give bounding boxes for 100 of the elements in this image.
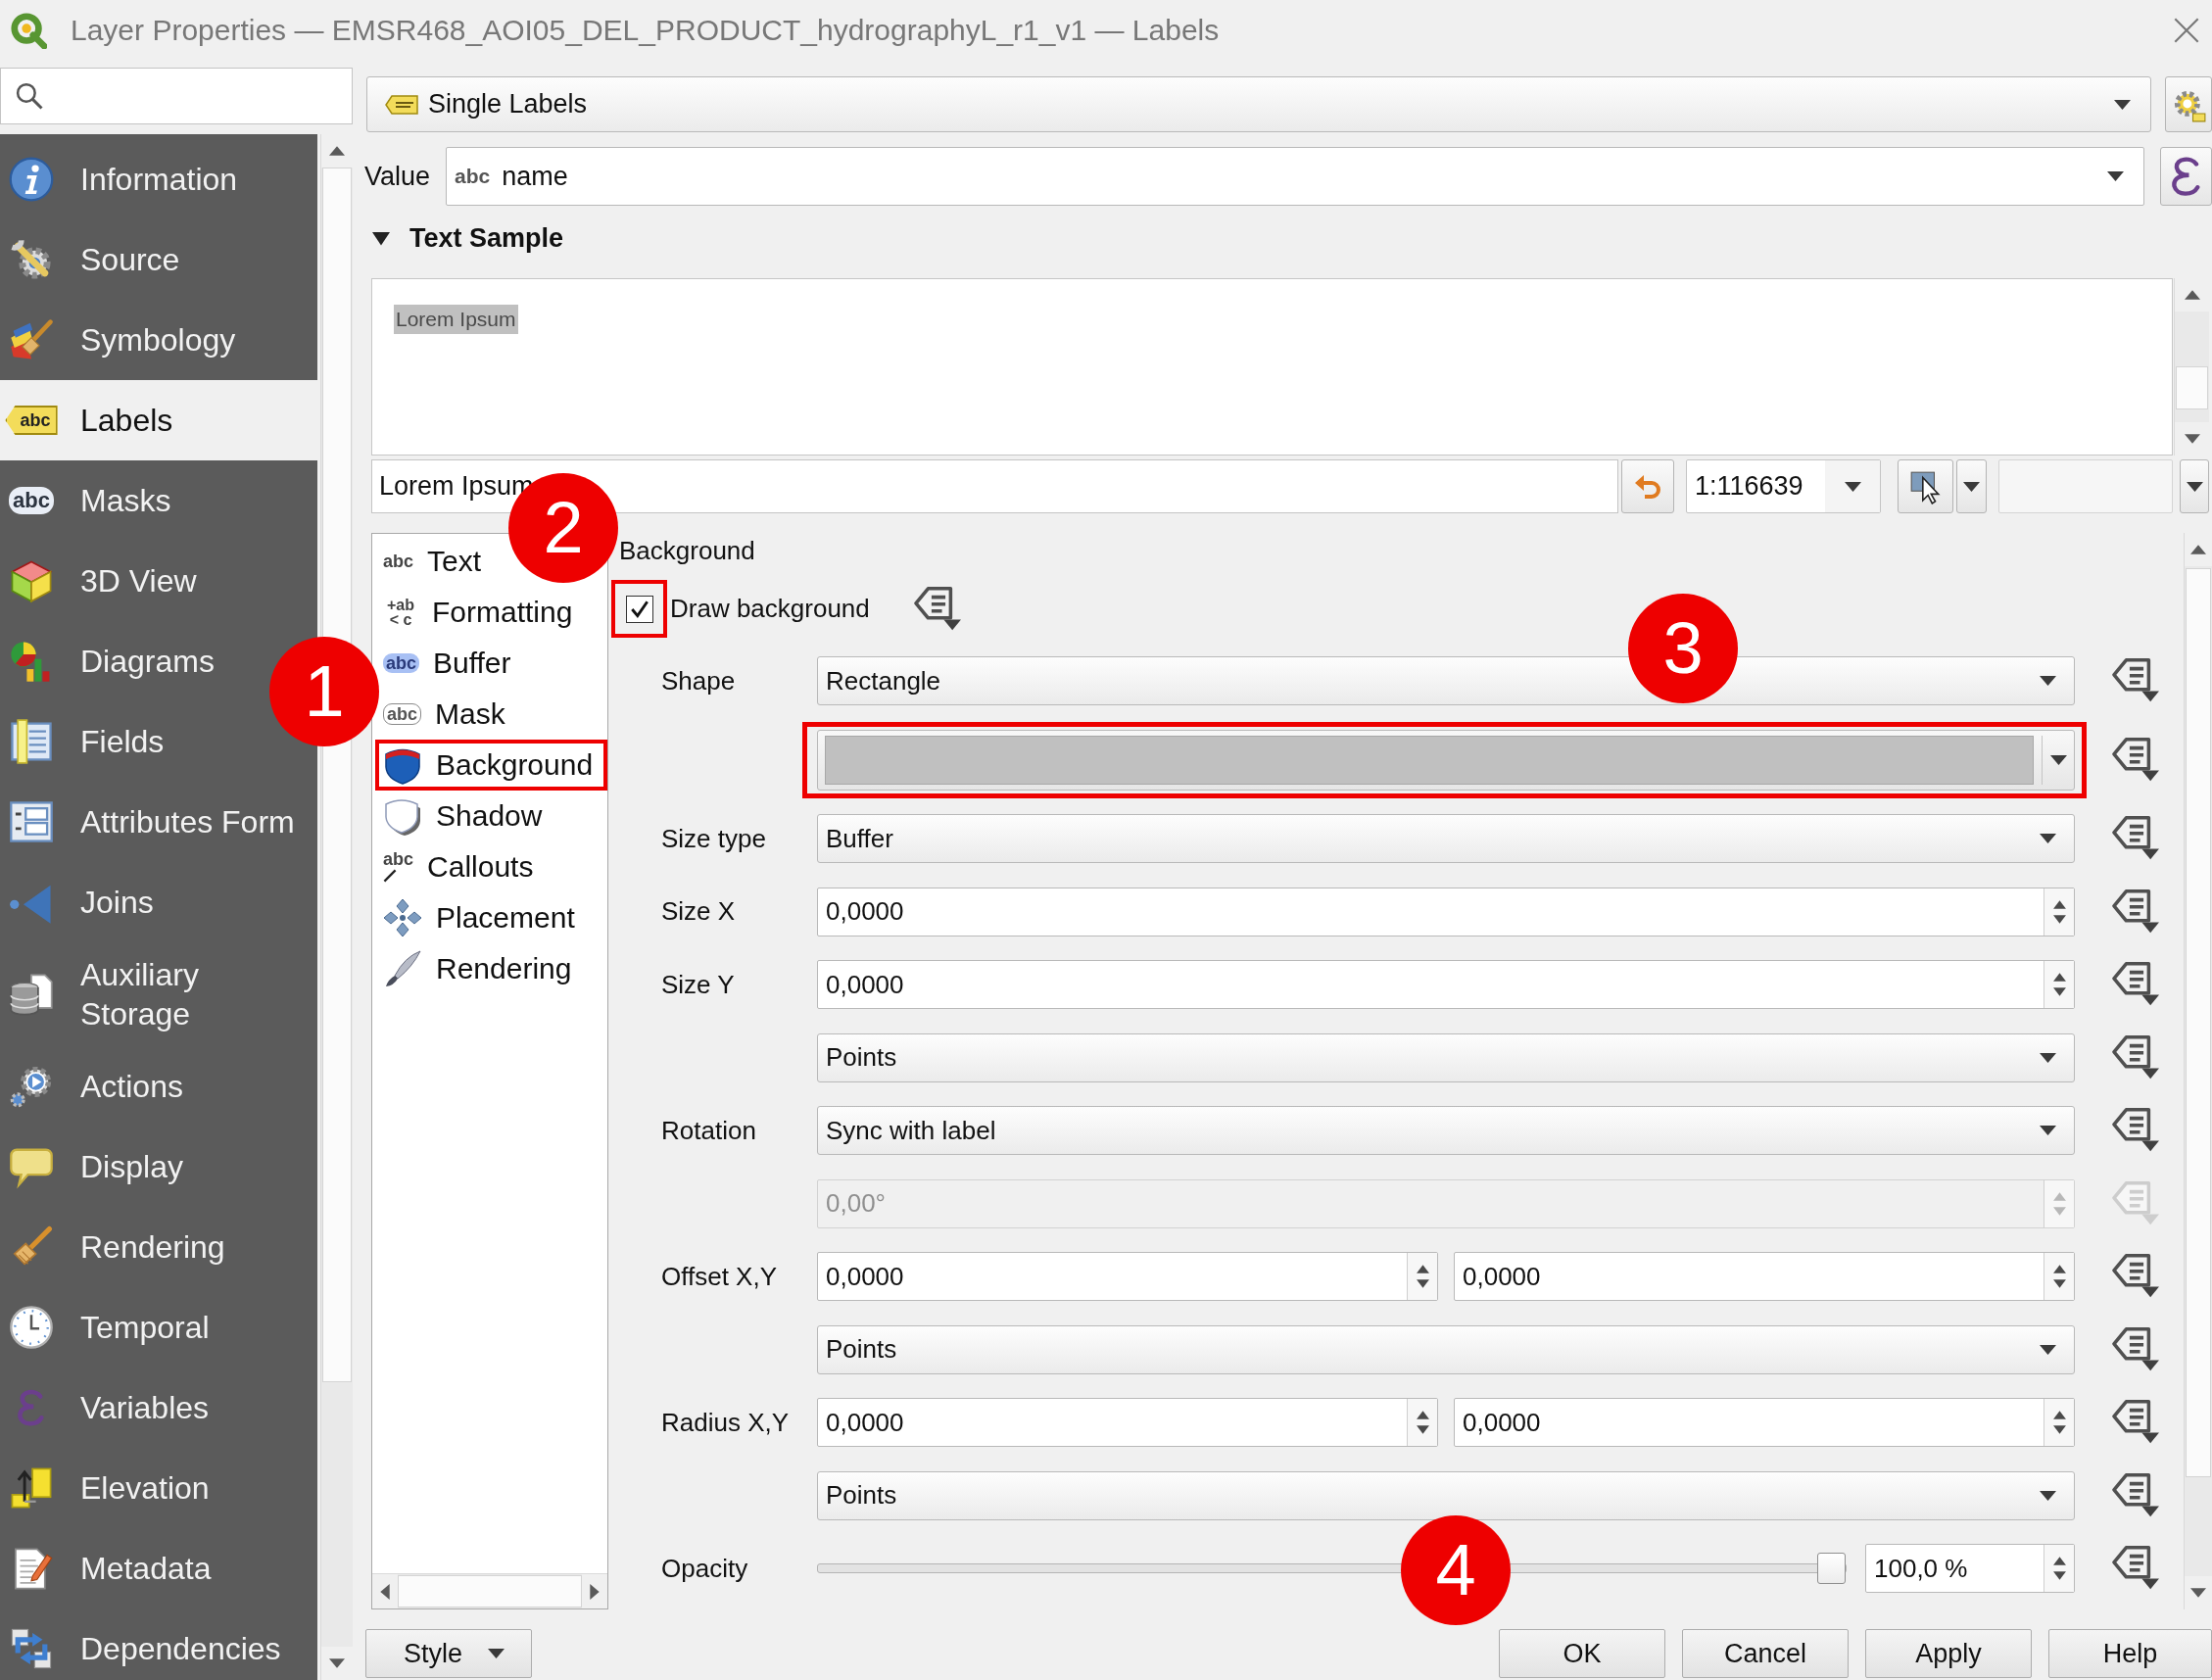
dropdown[interactable]: Buffer [817, 814, 2075, 863]
sidebar-item[interactable]: Variables [0, 1368, 216, 1448]
menu-arrow-button[interactable] [2180, 459, 2209, 513]
reset-button[interactable] [1621, 459, 1674, 513]
collapse-arrow-icon[interactable] [372, 229, 390, 247]
sidebar-item[interactable]: Temporal [0, 1287, 216, 1368]
number-field[interactable]: 100,0 % [1865, 1544, 2075, 1593]
number-field[interactable]: 0,0000 [817, 887, 2075, 936]
dropdown[interactable]: Points [817, 1324, 2075, 1374]
sidebar-item[interactable]: Attributes Form [0, 782, 301, 862]
menu-arrow-button[interactable] [1956, 459, 1987, 513]
sidebar-item[interactable]: Source [0, 219, 186, 300]
sidebar-item[interactable]: Dependencies [0, 1608, 287, 1680]
arrow-up-icon[interactable] [2190, 545, 2206, 554]
section-header[interactable]: Text Sample [364, 223, 564, 253]
caret-icon[interactable] [2040, 1490, 2056, 1501]
spin-arrows-icon[interactable] [1415, 1263, 1430, 1290]
sidebar-item[interactable]: Auxiliary Storage [0, 942, 315, 1046]
data-defined-icon[interactable] [2111, 658, 2161, 703]
sidebar-item[interactable]: Elevation [0, 1448, 216, 1528]
arrow-down-icon[interactable] [329, 1658, 345, 1668]
data-defined-icon[interactable] [2111, 1108, 2161, 1153]
arrow-up-icon[interactable] [329, 146, 345, 156]
color-button[interactable] [817, 729, 2075, 791]
list-item[interactable]: Shadow [375, 791, 553, 841]
dropdown[interactable]: Points [817, 1032, 2075, 1082]
data-defined-icon[interactable] [2111, 1034, 2161, 1080]
sidebar-item[interactable]: Joins [0, 862, 160, 942]
scrollbar-thumb[interactable] [2186, 568, 2211, 1477]
settings-button[interactable] [2165, 76, 2212, 132]
close-icon[interactable] [2174, 18, 2199, 43]
sidebar-item[interactable]: 3D View [0, 541, 203, 621]
list-item[interactable]: +ab < c Formatting [375, 587, 583, 638]
dialog-button[interactable]: Help [2048, 1629, 2212, 1678]
data-defined-icon[interactable] [2111, 1546, 2161, 1591]
dropdown[interactable]: Single Labels [366, 76, 2151, 132]
sidebar-item[interactable]: Symbology [0, 300, 242, 380]
arrow-left-icon[interactable] [380, 1583, 390, 1600]
data-defined-icon[interactable] [2111, 1472, 2161, 1518]
caret-icon[interactable] [2107, 171, 2124, 181]
data-defined-icon[interactable] [2111, 888, 2161, 935]
caret-icon[interactable] [1963, 481, 1980, 492]
caret-icon[interactable] [2040, 1052, 2056, 1063]
list-item[interactable]: Rendering [375, 943, 582, 994]
sidebar-item[interactable]: Fields [0, 701, 170, 782]
spin-arrows-icon[interactable] [2051, 971, 2067, 998]
sidebar-item[interactable]: Rendering [0, 1207, 231, 1287]
number-field[interactable]: 0,0000 [817, 960, 2075, 1009]
epsilon-icon[interactable] [2171, 157, 2201, 196]
arrow-down-icon[interactable] [2190, 1588, 2206, 1598]
menu-button[interactable]: Style [365, 1629, 532, 1678]
sidebar-item[interactable]: Actions [0, 1046, 189, 1127]
dialog-button[interactable]: Cancel [1682, 1629, 1849, 1678]
dialog-button[interactable]: OK [1499, 1629, 1665, 1678]
dropdown[interactable]: Sync with label [817, 1106, 2075, 1155]
scale-dropdown[interactable]: 1:116639 [1686, 459, 1881, 513]
spin-arrows-icon[interactable] [2051, 1409, 2067, 1436]
slider-handle[interactable] [1817, 1553, 1846, 1584]
search-field[interactable] [0, 68, 353, 124]
scrollbar-thumb[interactable] [2176, 366, 2208, 409]
sidebar-item[interactable]: abc Labels [0, 380, 317, 460]
caret-icon[interactable] [2040, 834, 2056, 843]
caret-icon[interactable] [2040, 676, 2056, 686]
sidebar-item[interactable]: Diagrams [0, 621, 220, 701]
spin-arrows-icon[interactable] [2051, 1263, 2067, 1290]
caret-icon[interactable] [2049, 754, 2067, 765]
spin-arrows-icon[interactable] [2051, 1555, 2067, 1582]
data-defined-icon[interactable] [2111, 962, 2161, 1007]
spin-arrows-icon[interactable] [2051, 897, 2067, 926]
expression-field[interactable]: abc name [446, 147, 2144, 206]
caret-icon[interactable] [488, 1649, 505, 1658]
expression-button[interactable] [2160, 147, 2212, 206]
list-item[interactable]: Placement [375, 892, 585, 943]
map-select-button[interactable] [1898, 459, 1953, 513]
caret-icon[interactable] [2114, 99, 2131, 110]
dialog-button[interactable]: Apply [1865, 1629, 2032, 1678]
checkbox[interactable] [611, 580, 667, 638]
spin-arrows-icon[interactable] [1415, 1409, 1430, 1436]
list-item[interactable]: abc Callouts [375, 841, 544, 892]
number-field[interactable]: 0,0000 [1454, 1398, 2075, 1447]
sidebar-item[interactable]: Information [0, 139, 244, 219]
sidebar-item[interactable]: Metadata [0, 1528, 217, 1608]
arrow-right-icon[interactable] [590, 1583, 600, 1600]
sidebar-item[interactable]: abc Masks [0, 460, 177, 541]
number-field[interactable]: 0,0000 [1454, 1252, 2075, 1301]
number-field[interactable]: 0,0000 [817, 1398, 1438, 1447]
list-item[interactable]: abc Text [375, 536, 492, 587]
data-defined-icon[interactable] [2111, 1326, 2161, 1372]
arrow-down-icon[interactable] [2184, 434, 2200, 444]
sidebar-item[interactable]: Display [0, 1127, 189, 1207]
caret-icon[interactable] [2186, 481, 2203, 492]
caret-icon[interactable] [1844, 481, 1861, 492]
data-defined-icon[interactable] [2111, 1400, 2161, 1445]
scrollbar[interactable] [372, 1573, 607, 1608]
data-defined-icon[interactable] [2111, 737, 2161, 783]
data-defined-icon[interactable] [2111, 816, 2161, 861]
caret-icon[interactable] [2040, 1344, 2056, 1355]
arrow-up-icon[interactable] [2184, 290, 2200, 300]
list-item[interactable]: Background [375, 740, 607, 791]
number-field[interactable]: 0,0000 [817, 1252, 1438, 1301]
